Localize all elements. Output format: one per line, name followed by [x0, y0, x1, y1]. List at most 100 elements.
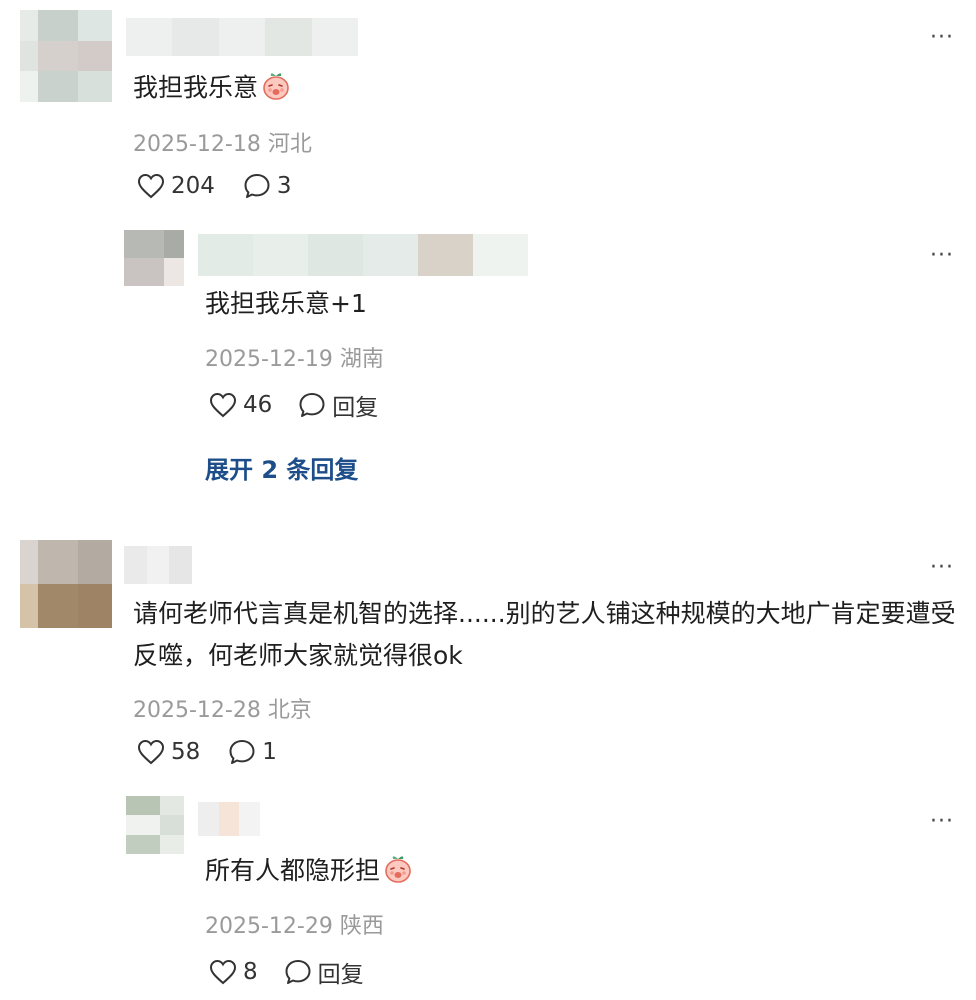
- comment-date: 2025-12-18: [133, 132, 261, 157]
- heart-icon: [209, 392, 237, 418]
- username-pixel: [308, 234, 363, 276]
- like-button[interactable]: 204: [137, 173, 215, 199]
- avatar-pixel: [78, 71, 112, 102]
- username-pixel: [218, 802, 240, 836]
- more-options-button[interactable]: ···: [930, 557, 954, 579]
- reply-text-content: 我担我乐意+1: [205, 289, 367, 318]
- reply-button[interactable]: 3: [243, 172, 292, 200]
- avatar-pixel: [160, 796, 184, 816]
- comment-date: 2025-12-28: [133, 698, 261, 723]
- avatar-pixel: [20, 540, 38, 584]
- avatar-pixel: [20, 584, 38, 628]
- like-count: 204: [171, 173, 215, 199]
- avatar-pixel: [160, 834, 184, 854]
- more-options-button[interactable]: ···: [930, 27, 954, 49]
- comment-meta: 2025-12-28 北京: [133, 692, 312, 724]
- reply-label: 回复: [317, 962, 364, 988]
- heart-icon: [137, 739, 165, 765]
- avatar-pixel: [38, 540, 78, 584]
- reply-button[interactable]: 回复: [298, 388, 378, 422]
- comment-meta: 2025-12-18 河北: [133, 126, 312, 158]
- avatar-pixel: [124, 230, 164, 258]
- reply-date: 2025-12-19: [205, 347, 333, 372]
- username-pixel: [198, 234, 253, 276]
- more-options-button[interactable]: ···: [930, 245, 954, 267]
- like-button[interactable]: 58: [137, 739, 200, 765]
- avatar-pixel: [126, 834, 160, 854]
- avatar-pixel: [164, 258, 184, 286]
- username-pixel: [253, 234, 308, 276]
- username-pixel: [363, 234, 418, 276]
- avatar-pixel: [78, 10, 112, 41]
- reply-actions: 8 回复: [209, 955, 364, 989]
- reply-count: 1: [262, 739, 277, 765]
- comment-bubble-icon: [243, 172, 271, 200]
- reply-text: 所有人都隐形担: [205, 850, 414, 898]
- avatar-pixel: [20, 40, 38, 72]
- avatar-pixel: [38, 71, 78, 102]
- username-pixel: [473, 234, 528, 276]
- comment-location: 北京: [267, 698, 312, 723]
- avatar-pixel: [124, 258, 164, 286]
- peach-face-emoji-icon: [260, 70, 292, 115]
- reply-button[interactable]: 回复: [284, 955, 364, 989]
- username[interactable]: [198, 234, 528, 276]
- reply-meta: 2025-12-19 湖南: [205, 341, 384, 373]
- username-pixel: [126, 18, 173, 56]
- username-pixel: [265, 18, 312, 56]
- avatar-pixel: [78, 540, 112, 584]
- heart-icon: [209, 959, 237, 985]
- avatar-pixel: [38, 10, 78, 41]
- username-pixel: [124, 546, 147, 584]
- comment-bubble-icon: [284, 958, 312, 986]
- more-options-button[interactable]: ···: [930, 811, 954, 833]
- reply-location: 陕西: [339, 914, 384, 939]
- comment-location: 河北: [267, 132, 312, 157]
- username-pixel: [198, 802, 219, 836]
- reply-actions: 46 回复: [209, 388, 378, 422]
- expand-replies-link[interactable]: 展开 2 条回复: [205, 450, 358, 485]
- reply-text: 我担我乐意+1: [205, 283, 367, 325]
- comment-text: 请何老师代言真是机智的选择......别的艺人铺这种规模的大地广肯定要遭受反噬，…: [133, 593, 969, 677]
- comment-text-content: 我担我乐意: [133, 73, 259, 102]
- avatar[interactable]: [20, 10, 112, 102]
- like-count: 46: [243, 392, 273, 418]
- avatar-pixel: [20, 10, 38, 41]
- comment-text-content: 请何老师代言真是机智的选择......别的艺人铺这种规模的大地广肯定要遭受反噬，…: [133, 599, 956, 670]
- username[interactable]: [124, 546, 192, 584]
- reply-location: 湖南: [339, 347, 384, 372]
- avatar-pixel: [78, 584, 112, 628]
- peach-face-emoji-icon: [382, 853, 414, 898]
- avatar-pixel: [164, 230, 184, 258]
- username-pixel: [172, 18, 219, 56]
- username-pixel: [218, 18, 266, 56]
- avatar-pixel: [78, 40, 112, 72]
- comment-bubble-icon: [228, 738, 256, 766]
- avatar[interactable]: [124, 230, 184, 286]
- comment-text: 我担我乐意: [133, 67, 292, 115]
- avatar[interactable]: [20, 540, 112, 628]
- username-pixel: [311, 18, 358, 56]
- avatar-pixel: [20, 71, 38, 102]
- comment-actions: 204 3: [137, 172, 292, 200]
- like-count: 8: [243, 959, 258, 985]
- avatar-pixel: [38, 40, 78, 72]
- username[interactable]: [198, 802, 260, 836]
- reply-count: 3: [276, 173, 292, 199]
- avatar-pixel: [160, 815, 184, 835]
- avatar-pixel: [126, 815, 160, 835]
- avatar[interactable]: [126, 796, 184, 854]
- like-button[interactable]: 8: [209, 959, 258, 985]
- like-button[interactable]: 46: [209, 392, 272, 418]
- comment-actions: 58 1: [137, 738, 277, 766]
- username-pixel: [169, 546, 192, 584]
- username[interactable]: [126, 18, 358, 56]
- username-pixel: [418, 234, 473, 276]
- username-pixel: [239, 802, 260, 836]
- reply-meta: 2025-12-29 陕西: [205, 908, 384, 940]
- reply-date: 2025-12-29: [205, 914, 333, 939]
- reply-button[interactable]: 1: [228, 738, 277, 766]
- avatar-pixel: [126, 796, 160, 816]
- like-count: 58: [171, 739, 201, 765]
- avatar-pixel: [38, 584, 78, 628]
